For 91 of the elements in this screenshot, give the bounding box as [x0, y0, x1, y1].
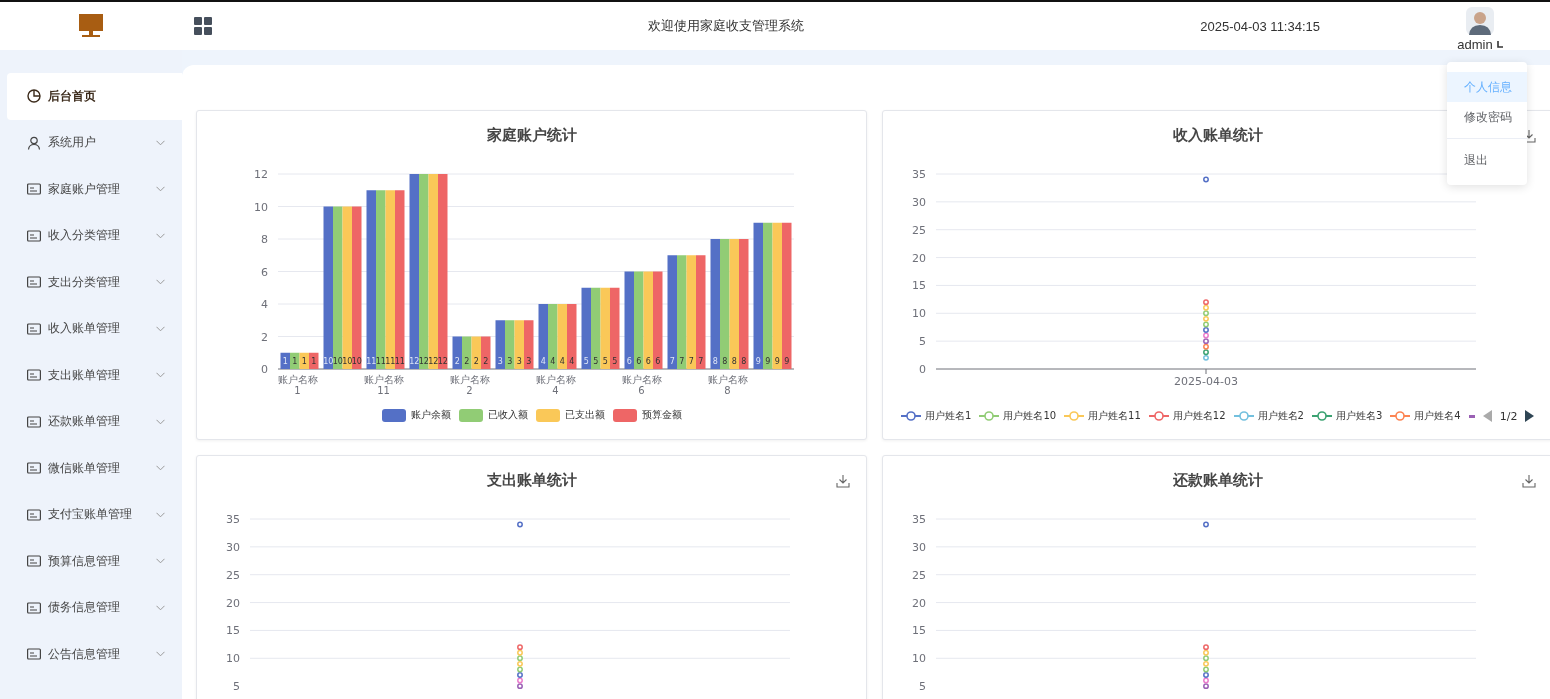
axis-tick-label: 35	[226, 513, 240, 526]
axis-tick-label: 15	[912, 279, 926, 293]
bar-value-label: 10	[351, 357, 362, 366]
axis-tick-label: 20	[226, 596, 240, 610]
bar-value-label: 12	[418, 357, 429, 366]
axis-tick-label: 12	[254, 168, 268, 181]
bar-value-label: 2	[454, 357, 460, 366]
axis-tick-label: 账户名称8	[706, 374, 749, 396]
bar-value-label: 7	[679, 357, 685, 366]
bar-value-label: 2	[473, 357, 479, 366]
axis-tick-label: 25	[912, 568, 926, 582]
bar-value-label: 4	[550, 357, 556, 366]
axis-tick-label: 6	[261, 265, 268, 279]
axis-tick-label: 2025-04-03	[1174, 375, 1238, 388]
bar-value-label: 7	[669, 357, 675, 366]
axis-tick-label: 30	[912, 540, 926, 554]
chart-title: 还款账单统计	[1172, 471, 1263, 490]
chart-title: 家庭账户统计	[486, 126, 577, 145]
bar-value-label: 8	[731, 357, 737, 366]
bar-value-label: 8	[722, 357, 728, 366]
bar-value-label: 10	[332, 357, 343, 366]
bar-value-label: 11	[375, 357, 386, 366]
axis-tick-label: 10	[226, 652, 240, 666]
bar-value-label: 12	[428, 357, 439, 366]
chart-title: 支出账单统计	[486, 471, 577, 490]
axis-tick-label: 5	[919, 335, 926, 349]
bar-value-label: 7	[698, 357, 704, 366]
bar-value-label: 3	[516, 357, 522, 366]
bar-value-label: 8	[741, 357, 747, 366]
bar-value-label: 4	[540, 357, 546, 366]
bar-value-label: 10	[323, 357, 334, 366]
chart-title: 收入账单统计	[1172, 126, 1263, 145]
axis-tick-label: 10	[912, 307, 926, 321]
axis-tick-label: 2	[261, 330, 268, 344]
bar-value-label: 2	[464, 357, 470, 366]
axis-tick-label: 账户名称2	[448, 374, 491, 396]
bar-value-label: 9	[784, 357, 790, 366]
bar-value-label: 5	[583, 357, 589, 366]
axis-tick-label: 账户名称4	[534, 374, 577, 396]
axis-tick-label: 账户名称11	[362, 374, 405, 396]
bar-value-label: 7	[688, 357, 694, 366]
bar-value-label: 1	[301, 357, 307, 366]
axis-tick-label: 30	[912, 195, 926, 209]
axis-tick-label: 15	[226, 624, 240, 638]
bar-value-label: 6	[626, 357, 632, 366]
bar-value-label: 12	[437, 357, 448, 366]
bar-value-label: 5	[612, 357, 618, 366]
bar-value-label: 1	[282, 357, 288, 366]
bar-value-label: 9	[755, 357, 761, 366]
bar-value-label: 11	[366, 357, 377, 366]
legend-page-number: 1/2	[1499, 409, 1518, 423]
axis-tick-label: 10	[254, 200, 268, 214]
axis-tick-label: 8	[261, 233, 268, 246]
bar-value-label: 3	[497, 357, 503, 366]
axis-tick-label: 5	[919, 680, 926, 694]
axis-tick-label: 25	[912, 223, 926, 237]
axis-tick-label: 账户名称6	[620, 374, 663, 396]
bar-value-label: 3	[526, 357, 532, 366]
axis-tick-label: 4	[261, 298, 268, 311]
axis-tick-label: 30	[226, 540, 240, 554]
axis-tick-label: 10	[912, 652, 926, 666]
bar-value-label: 5	[593, 357, 599, 366]
bar-value-label: 6	[645, 357, 651, 366]
bar-value-label: 6	[636, 357, 642, 366]
bar-value-label: 9	[774, 357, 780, 366]
bar-value-label: 3	[507, 357, 513, 366]
bar-value-label: 11	[385, 357, 396, 366]
axis-tick-label: 35	[912, 168, 926, 181]
axis-tick-label: 0	[919, 363, 926, 376]
bar-value-label: 8	[712, 357, 718, 366]
axis-tick-label: 20	[912, 596, 926, 610]
bar-value-label: 9	[765, 357, 771, 366]
bar-value-label: 4	[569, 357, 575, 366]
bar-value-label: 1	[292, 357, 298, 366]
axis-tick-label: 0	[261, 363, 268, 376]
bar-value-label: 11	[394, 357, 405, 366]
bar-value-label: 1	[311, 357, 317, 366]
axis-tick-label: 5	[233, 680, 240, 694]
date-time: 2025-04-03 11:34:15	[1200, 18, 1320, 34]
axis-tick-label: 35	[912, 513, 926, 526]
bar-value-label: 6	[655, 357, 661, 366]
bar-value-label: 2	[483, 357, 489, 366]
page-title: 欢迎使用家庭收支管理系统	[648, 17, 805, 35]
axis-tick-label: 20	[912, 251, 926, 265]
bar-value-label: 12	[409, 357, 420, 366]
axis-tick-label: 15	[912, 624, 926, 638]
bar-value-label: 5	[602, 357, 608, 366]
bar-value-label: 4	[559, 357, 565, 366]
axis-tick-label: 账户名称1	[276, 374, 319, 396]
axis-tick-label: 25	[226, 568, 240, 582]
bar-value-label: 10	[342, 357, 353, 366]
